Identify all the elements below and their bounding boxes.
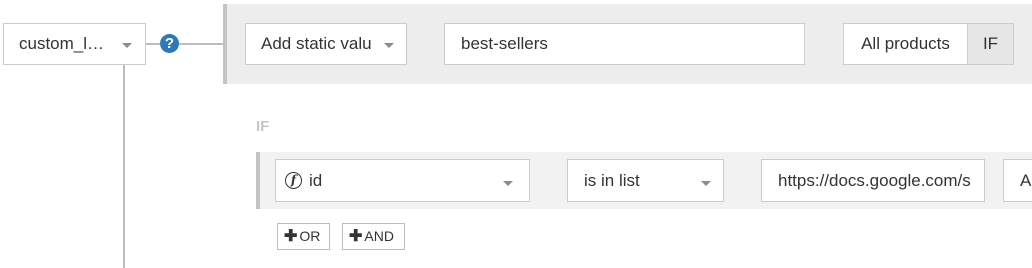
static-value-text: best-sellers: [461, 34, 548, 53]
condition-field-select[interactable]: f id: [275, 159, 530, 202]
chevron-down-icon: [503, 181, 513, 186]
rule-editor: custom_l… ? Add static valu best-sellers…: [0, 0, 1032, 268]
tree-connector-vertical: [123, 65, 125, 268]
chevron-down-icon: [701, 181, 711, 186]
chevron-down-icon: [384, 43, 394, 48]
chevron-down-icon: [122, 43, 132, 48]
attr-to-help-connector: [146, 43, 160, 45]
help-to-rule-connector: [179, 43, 223, 45]
attribute-select-label: custom_l…: [19, 34, 105, 53]
add-or-label: OR: [299, 228, 321, 244]
add-and-button[interactable]: ✚ AND: [342, 223, 405, 250]
condition-operator-label: is in list: [584, 171, 640, 190]
condition-next-control-text: A: [1020, 171, 1032, 190]
value-type-label: Add static valu: [261, 34, 372, 53]
condition-value-text: https://docs.google.com/s: [778, 171, 971, 190]
add-and-label: AND: [364, 228, 394, 244]
condition-value-input[interactable]: https://docs.google.com/s: [761, 159, 985, 202]
if-button[interactable]: IF: [967, 23, 1014, 65]
question-circle-icon[interactable]: ?: [160, 34, 179, 53]
add-or-button[interactable]: ✚ OR: [277, 223, 330, 250]
condition-operator-select[interactable]: is in list: [567, 159, 724, 202]
value-type-select[interactable]: Add static valu: [245, 23, 407, 65]
function-icon: f: [285, 172, 302, 189]
condition-next-control[interactable]: A: [1003, 159, 1032, 202]
all-products-button[interactable]: All products: [843, 23, 968, 65]
plus-icon: ✚: [284, 228, 298, 245]
condition-field-label: id: [309, 171, 323, 190]
plus-icon: ✚: [349, 228, 363, 245]
conditions-section-label: IF: [256, 118, 270, 135]
static-value-input[interactable]: best-sellers: [444, 23, 805, 65]
attribute-select[interactable]: custom_l…: [3, 23, 146, 65]
